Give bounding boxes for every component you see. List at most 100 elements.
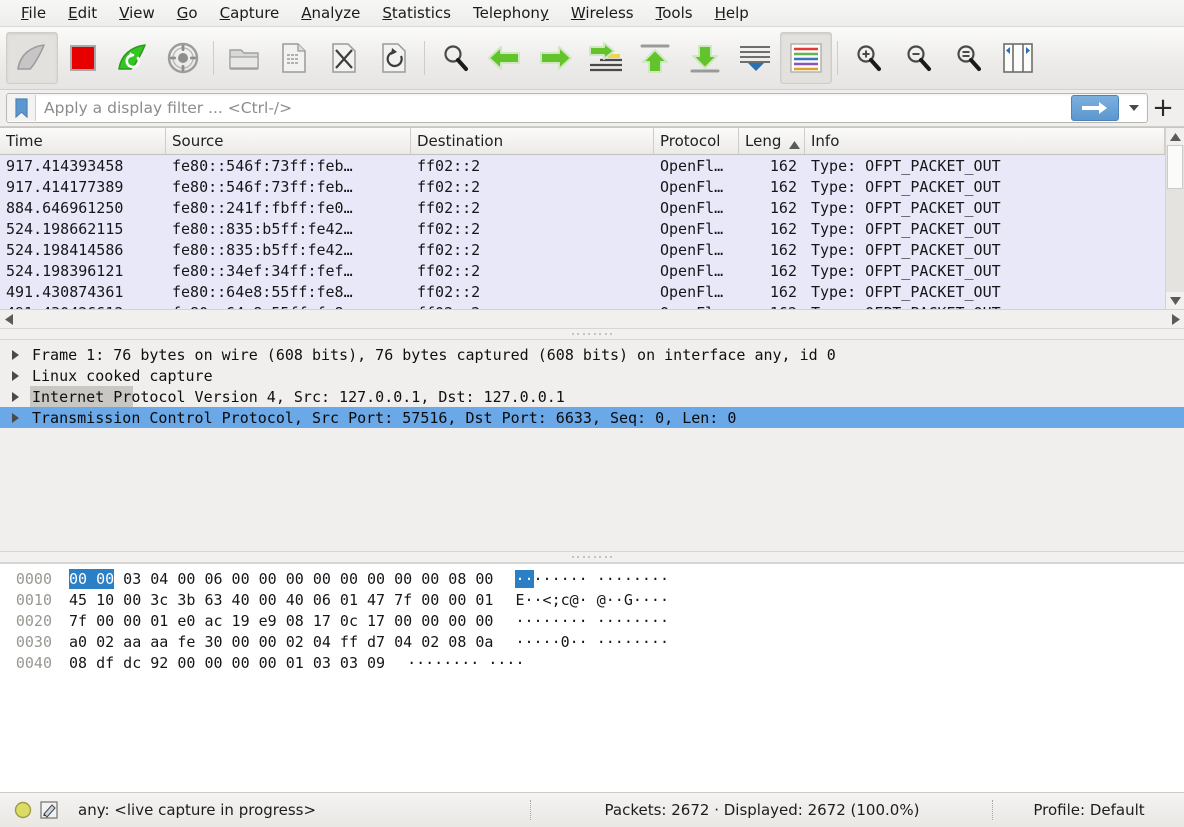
detail-tree-item[interactable]: Internet Protocol Version 4, Src: 127.0.… [0,386,1184,407]
go-to-first-packet-icon[interactable] [630,33,680,83]
column-header-source[interactable]: Source [166,128,411,154]
menu-file[interactable]: FFileile [10,1,57,25]
cell-info: Type: OFPT_PACKET_OUT [811,219,1001,238]
packet-list-vertical-scrollbar[interactable] [1165,128,1184,309]
find-packet-icon[interactable] [430,33,480,83]
zoom-reset-icon[interactable] [943,33,993,83]
column-header-time[interactable]: Time [0,128,166,154]
packet-list-rows[interactable]: 917.414393458 fe80::546f:73ff:feb… ff02::2… [0,155,1165,309]
save-file-icon[interactable] [269,33,319,83]
hex-dump-row[interactable]: 0010 45 10 00 3c 3b 63 40 00 40 06 01 47 … [0,589,1184,610]
table-row[interactable]: 491.430874361 fe80::64e8:55ff:fe8… ff02::2… [0,281,1165,302]
table-row[interactable]: 917.414393458 fe80::546f:73ff:feb… ff02::2… [0,155,1165,176]
close-file-icon[interactable] [319,33,369,83]
table-row[interactable]: 524.198396121 fe80::34ef:34ff:fef… ff02::2… [0,260,1165,281]
cell-time: 524.198414586 [6,240,124,259]
scroll-down-icon[interactable] [1166,292,1184,309]
menu-edit[interactable]: Edit [57,1,108,25]
capture-status-text: any: <live capture in progress> [78,801,317,819]
go-back-icon[interactable] [480,33,530,83]
colorize-icon[interactable] [780,32,832,84]
vertical-scroll-thumb[interactable] [1167,145,1183,189]
hex-dump-row[interactable]: 0020 7f 00 00 01 e0 ac 19 e9 08 17 0c 17 … [0,610,1184,631]
chevron-down-icon[interactable] [1121,95,1147,121]
main-toolbar [0,27,1184,90]
resize-columns-icon[interactable] [993,33,1043,83]
menu-go[interactable]: Go [166,1,209,25]
packet-list-horizontal-scrollbar[interactable] [0,309,1184,328]
cell-protocol: OpenFl… [660,261,724,280]
stop-capture-icon[interactable] [58,33,108,83]
vertical-scroll-track[interactable] [1166,145,1184,292]
column-header-length[interactable]: Leng [739,128,805,154]
cell-destination: ff02::2 [417,240,481,259]
add-filter-button[interactable]: + [1148,93,1178,123]
packet-counts-text: Packets: 2672 · Displayed: 2672 (100.0%) [604,801,920,819]
hex-offset: 0020 [15,611,52,630]
pane-splitter-top[interactable] [0,328,1184,340]
packet-details-pane[interactable]: Frame 1: 76 bytes on wire (608 bits), 76… [0,340,1184,551]
detail-tree-item[interactable]: Transmission Control Protocol, Src Port:… [0,407,1184,428]
scroll-up-icon[interactable] [1166,128,1184,145]
zoom-in-icon[interactable] [843,33,893,83]
expand-triangle-icon[interactable] [0,370,30,381]
expand-triangle-icon[interactable] [0,391,30,402]
table-row[interactable]: 524.198414586 fe80::835:b5ff:fe42… ff02::2… [0,239,1165,260]
go-forward-icon[interactable] [530,33,580,83]
detail-tree-item[interactable]: Linux cooked capture [0,365,1184,386]
open-file-icon[interactable] [219,33,269,83]
bookmark-icon[interactable] [7,95,36,121]
scroll-left-icon[interactable] [0,311,17,328]
menu-view[interactable]: View [108,1,166,25]
restart-capture-icon[interactable] [108,33,158,83]
profile-text[interactable]: Profile: Default [994,801,1184,819]
auto-scroll-icon[interactable] [730,33,780,83]
go-to-packet-icon[interactable] [580,33,630,83]
menu-capture[interactable]: Capture [209,1,291,25]
toolbar-separator [424,41,425,75]
column-header-protocol[interactable]: Protocol [654,128,739,154]
hex-offset: 0000 [15,569,52,588]
cell-source: fe80::241f:fbff:fe0… [172,198,353,217]
packet-bytes-pane[interactable]: 0000 00 00 03 04 00 06 00 00 00 00 00 00 … [0,563,1184,792]
reload-file-icon[interactable] [369,33,419,83]
menu-telephony[interactable]: Telephony [462,1,560,25]
scroll-right-icon[interactable] [1167,311,1184,328]
table-row[interactable]: 917.414177389 fe80::546f:73ff:feb… ff02::2… [0,176,1165,197]
horizontal-scroll-track[interactable] [17,310,1167,328]
menu-analyze[interactable]: Analyze [290,1,371,25]
zoom-out-icon[interactable] [893,33,943,83]
column-header-destination[interactable]: Destination [411,128,654,154]
hex-ascii: ·····0·· ········ [515,632,669,651]
go-to-last-packet-icon[interactable] [680,33,730,83]
table-row[interactable]: 884.646961250 fe80::241f:fbff:fe0… ff02::2… [0,197,1165,218]
hex-bytes: 08 df dc 92 00 00 00 00 01 03 03 09 [69,653,386,672]
pane-splitter-bottom[interactable] [0,551,1184,563]
menu-bar: FFileile Edit View Go Capture Analyze St… [0,0,1184,27]
display-filter-input[interactable]: Apply a display filter ... <Ctrl-/> [6,93,1148,123]
apply-filter-arrow-icon[interactable] [1071,95,1119,121]
hex-dump-row[interactable]: 0000 00 00 03 04 00 06 00 00 00 00 00 00 … [0,568,1184,589]
capture-status-circle-icon[interactable] [10,801,36,819]
menu-wireless[interactable]: Wireless [560,1,645,25]
cell-time: 917.414177389 [6,177,124,196]
start-capture-icon[interactable] [6,32,58,84]
expand-triangle-icon[interactable] [0,412,30,423]
expand-triangle-icon[interactable] [0,349,30,360]
hex-dump-row[interactable]: 0030 a0 02 aa aa fe 30 00 00 02 04 ff d7 … [0,631,1184,652]
cell-source: fe80::546f:73ff:feb… [172,156,353,175]
detail-tree-item[interactable]: Frame 1: 76 bytes on wire (608 bits), 76… [0,344,1184,365]
display-filter-placeholder[interactable]: Apply a display filter ... <Ctrl-/> [36,99,1071,117]
menu-tools[interactable]: Tools [645,1,704,25]
menu-help[interactable]: Help [704,1,760,25]
column-header-info[interactable]: Info [805,128,1165,154]
cell-source: fe80::64e8:55ff:fe8… [172,282,353,301]
menu-statistics[interactable]: Statistics [371,1,462,25]
table-row[interactable]: 491.430426612fe80::64e8:55ff:fe8…ff02::2… [0,302,1165,309]
cell-protocol: OpenFl… [660,282,724,301]
capture-comment-icon[interactable] [36,800,62,820]
table-row[interactable]: 524.198662115 fe80::835:b5ff:fe42… ff02::2… [0,218,1165,239]
capture-options-icon[interactable] [158,33,208,83]
hex-dump-row[interactable]: 0040 08 df dc 92 00 00 00 00 01 03 03 09 ·… [0,652,1184,673]
hex-ascii-selected: ·· [515,569,534,588]
